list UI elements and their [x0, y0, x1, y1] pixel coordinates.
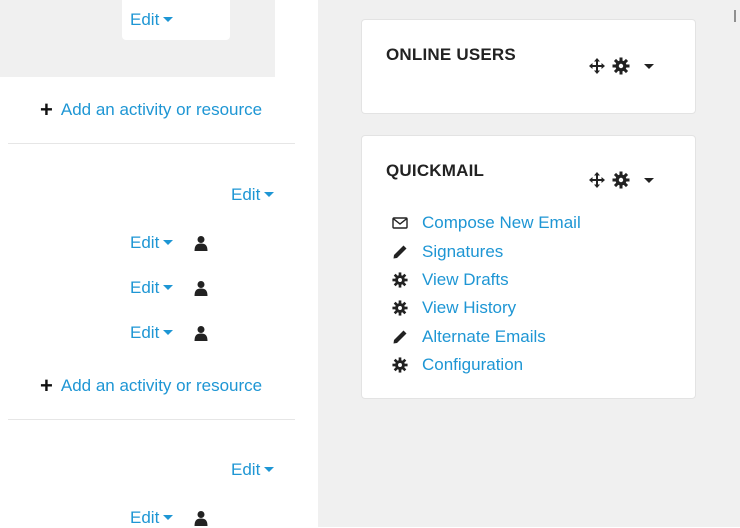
caret-down-icon [163, 240, 174, 246]
previous-activity-card: Edit [122, 0, 230, 40]
caret-down-icon [163, 17, 174, 23]
gear-icon[interactable] [612, 171, 630, 189]
edit-menu-top[interactable]: Edit [130, 10, 174, 30]
block-controls [588, 57, 654, 75]
course-content-column: Edit + Add an activity or resource Edit … [0, 0, 318, 527]
block-controls [588, 171, 654, 189]
quickmail-item-compose[interactable]: Compose New Email [392, 209, 581, 237]
pencil-icon [393, 330, 407, 344]
move-icon[interactable] [588, 171, 606, 189]
activity-edit-menu-2[interactable]: Edit [130, 278, 174, 298]
gear-icon [392, 300, 408, 316]
quickmail-item-history[interactable]: View History [392, 294, 581, 322]
caret-down-icon [163, 330, 174, 336]
caret-down-icon [264, 192, 275, 198]
caret-down-icon[interactable] [644, 177, 654, 183]
quickmail-item-signatures[interactable]: Signatures [392, 237, 581, 265]
user-icon [194, 281, 208, 296]
move-icon[interactable] [588, 57, 606, 75]
caret-down-icon [163, 515, 174, 521]
online-users-block: ONLINE USERS [361, 19, 696, 114]
activity-edit-menu-1[interactable]: Edit [130, 233, 174, 253]
activity-edit-menu-3[interactable]: Edit [130, 323, 174, 343]
user-icon [194, 326, 208, 341]
plus-icon: + [40, 373, 53, 398]
plus-icon: + [40, 97, 53, 122]
block-title: QUICKMAIL [386, 161, 485, 180]
user-icon [194, 511, 208, 526]
caret-down-icon [264, 467, 275, 473]
gear-icon[interactable] [612, 57, 630, 75]
user-icon [194, 236, 208, 251]
caret-down-icon[interactable] [644, 63, 654, 69]
quickmail-menu: Compose New Email Signatures View Drafts… [392, 209, 581, 379]
section-divider [8, 419, 295, 420]
previous-section-area: Edit [0, 0, 275, 77]
section-edit-menu-2[interactable]: Edit [231, 460, 275, 480]
quickmail-item-drafts[interactable]: View Drafts [392, 266, 581, 294]
gear-icon [392, 272, 408, 288]
block-title: ONLINE USERS [386, 45, 516, 64]
quickmail-block: QUICKMAIL Compose New Email Signatures V… [361, 135, 696, 399]
pencil-icon [393, 245, 407, 259]
quickmail-item-alternate[interactable]: Alternate Emails [392, 323, 581, 351]
caret-down-icon [163, 285, 174, 291]
section-edit-menu[interactable]: Edit [231, 185, 275, 205]
activity-edit-menu-4[interactable]: Edit [130, 508, 174, 528]
gear-icon [392, 357, 408, 373]
section-divider [8, 143, 295, 144]
add-activity-link-1[interactable]: + Add an activity or resource [40, 99, 262, 121]
add-activity-link-2[interactable]: + Add an activity or resource [40, 375, 262, 397]
quickmail-item-configuration[interactable]: Configuration [392, 351, 581, 379]
scrollbar[interactable] [734, 10, 736, 22]
envelope-icon [392, 217, 408, 229]
